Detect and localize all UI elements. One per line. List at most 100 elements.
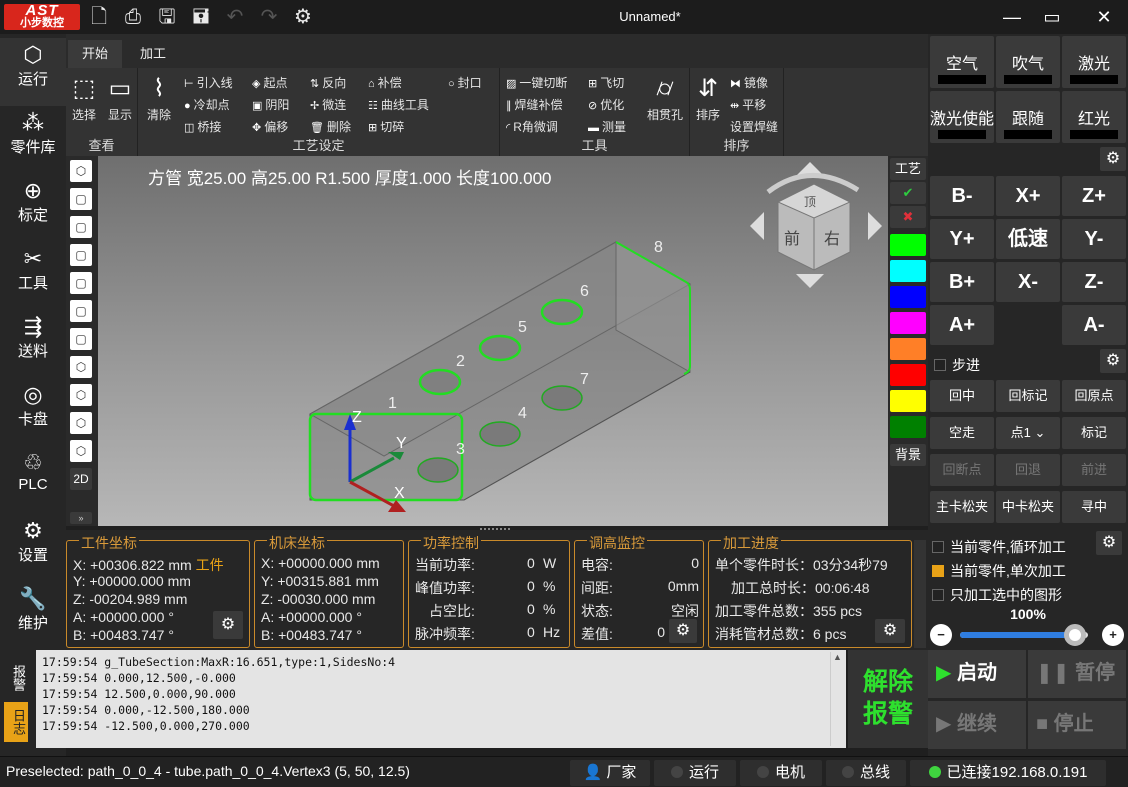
background-button[interactable]: 背景	[890, 444, 926, 466]
measure-button[interactable]: ▬ 测量	[588, 118, 626, 135]
jog-a-minus[interactable]: A-	[1062, 305, 1126, 345]
sidebar-item-parts[interactable]: ⁂ 零件库	[0, 106, 66, 174]
jog-y-minus[interactable]: Y-	[1062, 219, 1126, 259]
step-checkbox[interactable]: 步进	[934, 355, 980, 375]
micro-joint-button[interactable]: ✢ 微连	[310, 96, 346, 113]
cooling-point-button[interactable]: ● 冷却点	[184, 96, 230, 113]
minimize-button[interactable]: —	[992, 4, 1032, 30]
jog-z-minus[interactable]: Z-	[1062, 262, 1126, 302]
new-file-icon[interactable]: 🗋	[86, 4, 112, 30]
view-front-button[interactable]: ▢	[70, 188, 92, 210]
intersect-hole-button[interactable]: ⌭ 相贯孔	[642, 72, 688, 123]
yin-yang-button[interactable]: ▣ 阴阳	[252, 96, 289, 113]
vendor-button[interactable]: 👤 厂家	[570, 760, 650, 786]
save-as-icon[interactable]: 🖬	[188, 4, 214, 30]
speed-slider-handle[interactable]	[1064, 624, 1087, 646]
tab-process[interactable]: 加工	[126, 40, 180, 68]
save-icon[interactable]: 🖫	[154, 4, 180, 30]
blow-button[interactable]: 吹气	[996, 36, 1060, 88]
find-center-button[interactable]: 寻中	[1062, 491, 1126, 523]
cube-face-right[interactable]: 右	[824, 230, 840, 248]
offset-button[interactable]: ✥ 偏移	[252, 118, 288, 135]
info-scrollbar[interactable]	[914, 540, 926, 648]
3d-viewport[interactable]: 方管 宽25.00 高25.00 R1.500 厚度1.000 长度100.00…	[98, 156, 888, 526]
check-icon[interactable]: ✔	[890, 182, 926, 204]
red-light-button[interactable]: 红光	[1062, 91, 1126, 143]
laser-enable-button[interactable]: 激光使能	[930, 91, 994, 143]
jog-y-plus[interactable]: Y+	[930, 219, 994, 259]
sort-button[interactable]: ⇵ 排序	[692, 72, 724, 123]
mode-single-checkbox[interactable]: 当前零件,单次加工	[932, 561, 1066, 581]
air-button[interactable]: 空气	[930, 36, 994, 88]
jog-a-plus[interactable]: A+	[930, 305, 994, 345]
select-button[interactable]: ⬚ 选择	[68, 72, 100, 123]
reverse-button[interactable]: ⇅ 反向	[310, 74, 346, 91]
point-select[interactable]: 点1 ⌄	[996, 417, 1060, 449]
maximize-button[interactable]: ▭	[1032, 4, 1072, 30]
layer-color-swatch[interactable]	[890, 312, 926, 334]
sidebar-item-plc[interactable]: ♲ PLC	[0, 446, 66, 514]
sidebar-item-feed[interactable]: ⇶ 送料	[0, 310, 66, 378]
one-click-cut-button[interactable]: ▨ 一键切断	[506, 74, 567, 91]
collapse-icon[interactable]: »	[70, 512, 92, 524]
view-right-button[interactable]: ▢	[70, 272, 92, 294]
compensate-button[interactable]: ⌂ 补偿	[368, 74, 402, 91]
bridge-button[interactable]: ◫ 桥接	[184, 118, 221, 135]
sidebar-item-maintain[interactable]: 🔧 维护	[0, 582, 66, 650]
jog-x-plus[interactable]: X+	[996, 176, 1060, 216]
return-center-button[interactable]: 回中	[930, 380, 994, 412]
r-corner-adjust-button[interactable]: ◜ R角微调	[506, 118, 558, 135]
return-mark-button[interactable]: 回标记	[996, 380, 1060, 412]
chop-button[interactable]: ⊞ 切碎	[368, 118, 404, 135]
log-scrollbar[interactable]: ▲	[830, 652, 844, 746]
follow-button[interactable]: 跟随	[996, 91, 1060, 143]
tab-log[interactable]: 日志	[4, 702, 28, 742]
view-iso-se-button[interactable]: ⬡	[70, 440, 92, 462]
cross-icon[interactable]: ✖	[890, 206, 926, 228]
tab-alarm[interactable]: 报警	[4, 656, 28, 700]
undo-icon[interactable]: ↶	[222, 4, 248, 30]
view-left-button[interactable]: ▢	[70, 244, 92, 266]
progress-gear-icon[interactable]: ⚙	[875, 619, 905, 643]
layer-color-swatch[interactable]	[890, 364, 926, 386]
jog-low-speed[interactable]: 低速	[996, 219, 1060, 259]
start-point-button[interactable]: ◈ 起点	[252, 74, 287, 91]
work-coords-gear-icon[interactable]: ⚙	[213, 611, 243, 639]
view-bottom-button[interactable]: ▢	[70, 328, 92, 350]
layer-color-swatch[interactable]	[890, 260, 926, 282]
height-gear-icon[interactable]: ⚙	[669, 619, 697, 643]
lead-in-button[interactable]: ⊢ 引入线	[184, 74, 233, 91]
view-back-button[interactable]: ▢	[70, 216, 92, 238]
clear-button[interactable]: ⌇ 清除	[142, 72, 176, 123]
curve-tools-button[interactable]: ☷ 曲线工具	[368, 96, 429, 113]
sidebar-item-calibrate[interactable]: ⊕ 标定	[0, 174, 66, 242]
mode-loop-checkbox[interactable]: 当前零件,循环加工	[932, 537, 1066, 557]
view-iso-button[interactable]: ⬡	[70, 160, 92, 182]
sidebar-item-chuck[interactable]: ◎ 卡盘	[0, 378, 66, 446]
mirror-button[interactable]: ⧓ 镜像	[730, 74, 768, 91]
mode-settings-gear-icon[interactable]: ⚙	[1096, 531, 1122, 555]
seal-button[interactable]: ○ 封口	[448, 74, 482, 91]
splitter-handle[interactable]	[480, 528, 510, 532]
laser-button[interactable]: 激光	[1062, 36, 1126, 88]
view-2d-button[interactable]: 2D	[70, 468, 92, 490]
weld-compensate-button[interactable]: ∥ 焊缝补偿	[506, 96, 563, 113]
pause-button[interactable]: ❚❚ 暂停	[1028, 650, 1126, 698]
close-button[interactable]: ✕	[1084, 4, 1124, 30]
return-breakpoint-button[interactable]: 回断点	[930, 454, 994, 486]
jog-x-minus[interactable]: X-	[996, 262, 1060, 302]
jog-z-plus[interactable]: Z+	[1062, 176, 1126, 216]
layer-color-swatch[interactable]	[890, 416, 926, 438]
layer-color-swatch[interactable]	[890, 234, 926, 256]
flying-cut-button[interactable]: ⊞ 飞切	[588, 74, 624, 91]
set-weld-button[interactable]: 设置焊缝	[730, 118, 778, 135]
resume-button[interactable]: ▶ 继续	[928, 701, 1026, 749]
dry-run-button[interactable]: 空走	[930, 417, 994, 449]
return-origin-button[interactable]: 回原点	[1062, 380, 1126, 412]
view-cube[interactable]: 前 右 顶	[750, 162, 882, 288]
mid-chuck-release-button[interactable]: 中卡松夹	[996, 491, 1060, 523]
print-icon[interactable]: ⎙	[120, 4, 146, 30]
process-button[interactable]: 工艺	[890, 158, 926, 180]
clear-alarm-button[interactable]: 解除 报警	[848, 650, 928, 748]
start-button[interactable]: ▶ 启动	[928, 650, 1026, 698]
